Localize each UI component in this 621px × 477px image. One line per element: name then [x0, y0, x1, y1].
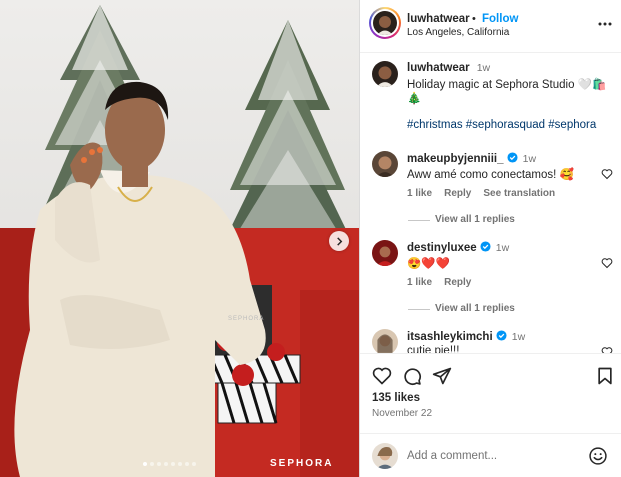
caption-text-continued: 🎄 [407, 93, 422, 105]
caption-avatar[interactable] [372, 61, 398, 87]
divider [408, 220, 430, 221]
post-side-panel: luwhatwear • Follow Los Angeles, Califor… [359, 0, 621, 477]
comment-text: Aww amé como conectamos! 🥰 [407, 169, 574, 181]
divider [408, 309, 430, 310]
comment-avatar[interactable] [372, 329, 398, 353]
add-comment-input[interactable] [407, 446, 587, 466]
view-replies-button[interactable]: View all 1 replies [435, 214, 515, 225]
svg-text:SEPHORA: SEPHORA [228, 316, 264, 322]
comment-username[interactable]: destinyluxee [407, 242, 477, 254]
like-comment-heart-icon[interactable] [601, 346, 613, 353]
comment-username[interactable]: makeupbyjenniii_ [407, 153, 504, 165]
like-comment-heart-icon[interactable] [601, 257, 613, 269]
carousel-dot [192, 462, 196, 466]
emoji-smiley-icon[interactable] [588, 446, 608, 466]
post-header: luwhatwear • Follow Los Angeles, Califor… [360, 0, 621, 53]
more-options-icon[interactable] [597, 16, 613, 32]
carousel-dot [164, 462, 168, 466]
brand-watermark: SEPHORA [270, 458, 334, 469]
like-count[interactable]: 135 likes [372, 392, 420, 404]
comment-time: 1w [495, 242, 510, 254]
caption-username[interactable]: luwhatwear [407, 62, 470, 74]
verified-badge-icon [496, 330, 507, 341]
carousel-dot [185, 462, 189, 466]
comment-text: 😍❤️❤️ [407, 258, 450, 270]
carousel-next-button[interactable] [329, 231, 349, 251]
carousel-dot [150, 462, 154, 466]
add-comment-bar [360, 433, 621, 477]
comment-time: 1w [522, 153, 537, 165]
comment-time: 1w [511, 331, 526, 343]
comment-text: cutie pie!!! [407, 345, 460, 353]
reply-button[interactable]: Reply [444, 277, 471, 288]
view-replies-button[interactable]: View all 1 replies [435, 303, 515, 314]
like-heart-icon[interactable] [372, 366, 392, 386]
header-username[interactable]: luwhatwear [407, 13, 470, 25]
see-translation-button[interactable]: See translation [483, 188, 555, 199]
carousel-dot [157, 462, 161, 466]
reply-button[interactable]: Reply [444, 188, 471, 199]
like-comment-heart-icon[interactable] [601, 168, 613, 180]
comment-avatar[interactable] [372, 240, 398, 266]
post-actions: 135 likes November 22 [360, 353, 621, 433]
verified-badge-icon [480, 241, 491, 252]
post-photo: uad [0, 0, 359, 477]
post-date: November 22 [372, 408, 433, 419]
current-user-avatar [372, 443, 398, 469]
comment-like-count[interactable]: 1 like [407, 188, 432, 199]
chevron-right-icon [336, 236, 342, 246]
story-ring-avatar[interactable] [369, 7, 401, 39]
caption-text: Holiday magic at Sephora Studio 🤍🛍️ [407, 79, 607, 91]
carousel-dot [178, 462, 182, 466]
comment-bubble-icon[interactable] [402, 366, 422, 386]
location-link[interactable]: Los Angeles, California [407, 27, 509, 38]
caption-hashtags[interactable]: #christmas #sephorasquad #sephora [407, 119, 596, 131]
save-bookmark-icon[interactable] [595, 366, 615, 386]
comments-section: luwhatwear 1w Holiday magic at Sephora S… [360, 53, 621, 353]
separator: • [472, 13, 476, 25]
carousel-dot [143, 462, 147, 466]
share-paper-plane-icon[interactable] [432, 366, 452, 386]
verified-badge-icon [507, 152, 518, 163]
follow-button[interactable]: Follow [482, 13, 518, 25]
comment-like-count[interactable]: 1 like [407, 277, 432, 288]
comment-avatar[interactable] [372, 151, 398, 177]
avatar [373, 11, 397, 35]
carousel-indicator [143, 462, 196, 466]
carousel-dot [171, 462, 175, 466]
comment-username[interactable]: itsashleykimchi [407, 331, 493, 343]
post-media[interactable]: uad [0, 0, 359, 477]
caption-time: 1w [476, 62, 491, 74]
